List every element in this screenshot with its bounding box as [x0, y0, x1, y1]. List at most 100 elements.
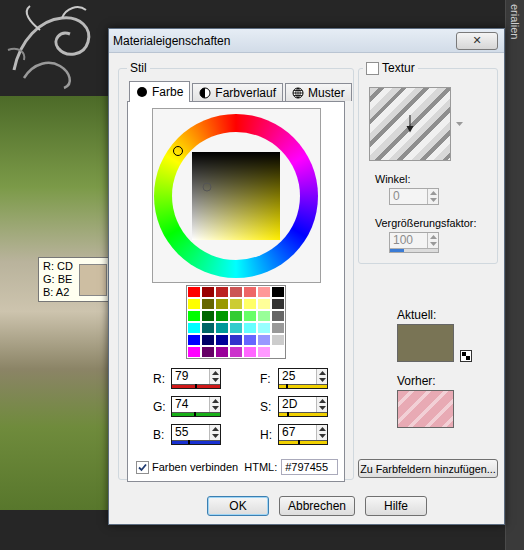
tab[interactable]: Muster — [285, 83, 352, 101]
tab[interactable]: Farbe — [129, 81, 190, 102]
dialog-button[interactable]: Abbrechen — [279, 496, 355, 516]
channel-slider[interactable] — [279, 412, 327, 416]
palette-swatch[interactable] — [187, 310, 201, 322]
current-color-swatch[interactable] — [397, 324, 454, 362]
palette-swatch[interactable] — [243, 286, 257, 298]
palette-swatch[interactable] — [215, 286, 229, 298]
spin-arrows-icon[interactable] — [427, 189, 438, 204]
palette-swatch[interactable] — [257, 334, 271, 346]
spin-arrows-icon[interactable] — [316, 425, 327, 440]
palette-swatch[interactable] — [257, 322, 271, 334]
spin-arrows-icon[interactable] — [209, 425, 220, 440]
palette-swatch[interactable] — [201, 322, 215, 334]
palette-swatch[interactable] — [257, 346, 271, 358]
title-bar[interactable]: Materialeigenschaften ✕ — [109, 29, 504, 53]
palette-swatch[interactable] — [257, 310, 271, 322]
palette-swatch[interactable] — [271, 286, 285, 298]
palette-swatch[interactable] — [243, 310, 257, 322]
texture-preview[interactable] — [369, 87, 451, 161]
palette-swatch[interactable] — [257, 286, 271, 298]
palette-swatch[interactable] — [243, 334, 257, 346]
palette-swatch[interactable] — [215, 310, 229, 322]
dialog-button[interactable]: Hilfe — [365, 496, 427, 516]
link-colors-checkbox[interactable] — [136, 461, 149, 474]
tab[interactable]: Farbverlauf — [192, 83, 283, 101]
swap-colors-icon[interactable] — [460, 350, 472, 362]
palette-swatch[interactable] — [201, 346, 215, 358]
html-field[interactable]: #797455 — [281, 459, 338, 475]
palette-swatch[interactable] — [201, 286, 215, 298]
spin-arrows-icon[interactable] — [316, 369, 327, 384]
palette-swatch[interactable] — [271, 310, 285, 322]
channel-slider[interactable] — [279, 384, 327, 388]
palette-swatch[interactable] — [229, 346, 243, 358]
channel-value[interactable]: 74 — [172, 397, 209, 412]
palette-swatch[interactable] — [187, 346, 201, 358]
palette-swatch[interactable] — [229, 286, 243, 298]
palette-swatch[interactable] — [187, 298, 201, 310]
texture-dropdown-icon[interactable] — [455, 87, 464, 161]
texture-checkbox[interactable] — [366, 62, 379, 75]
palette-swatch[interactable] — [215, 334, 229, 346]
channel-value[interactable]: 79 — [172, 369, 209, 384]
scale-spinbox[interactable]: 100 — [389, 232, 439, 253]
previous-color-swatch[interactable] — [397, 390, 454, 428]
palette-swatch[interactable] — [201, 310, 215, 322]
channel-slider[interactable] — [279, 440, 327, 444]
palette-swatch[interactable] — [271, 346, 285, 358]
channel-spinbox[interactable]: 2D — [278, 396, 328, 417]
palette-swatch[interactable] — [215, 346, 229, 358]
palette-swatch[interactable] — [187, 334, 201, 346]
color-wheel-box — [152, 108, 321, 283]
square-marker[interactable] — [203, 183, 212, 192]
spin-arrows-icon[interactable] — [427, 233, 438, 248]
palette-swatch[interactable] — [215, 298, 229, 310]
channel-spinbox[interactable]: 25 — [278, 368, 328, 389]
spin-arrows-icon[interactable] — [209, 369, 220, 384]
palette-swatch[interactable] — [229, 334, 243, 346]
channel-value[interactable]: 25 — [279, 369, 316, 384]
palette-swatch[interactable] — [229, 298, 243, 310]
add-to-swatches-button[interactable]: Zu Farbfeldern hinzufügen... — [358, 459, 498, 478]
texture-toggle[interactable]: Textur — [363, 61, 418, 75]
window-title: Materialeigenschaften — [113, 34, 230, 48]
close-button[interactable]: ✕ — [456, 32, 498, 50]
materials-palette-strip: erialien — [505, 0, 524, 550]
palette-swatch[interactable] — [243, 322, 257, 334]
palette-swatch[interactable] — [271, 298, 285, 310]
palette-swatch[interactable] — [243, 346, 257, 358]
angle-spinbox[interactable]: 0 — [389, 188, 439, 205]
channel-slider[interactable] — [172, 384, 220, 388]
palette-swatch[interactable] — [257, 298, 271, 310]
hue-marker[interactable] — [173, 146, 183, 156]
channel-value[interactable]: 67 — [279, 425, 316, 440]
scale-slider[interactable] — [390, 248, 438, 252]
palette-swatch[interactable] — [201, 298, 215, 310]
link-colors-label[interactable]: Farben verbinden — [152, 461, 238, 473]
spin-arrows-icon[interactable] — [316, 397, 327, 412]
spin-arrows-icon[interactable] — [209, 397, 220, 412]
channel-value[interactable]: 55 — [172, 425, 209, 440]
channel-spinbox[interactable]: 74 — [171, 396, 221, 417]
palette-swatch[interactable] — [215, 322, 229, 334]
palette-swatch[interactable] — [229, 322, 243, 334]
hue-ring[interactable] — [154, 114, 318, 278]
palette-swatch[interactable] — [271, 334, 285, 346]
rgb-channel: G:74 — [153, 396, 235, 417]
channel-value[interactable]: 2D — [279, 397, 316, 412]
palette-swatch[interactable] — [243, 298, 257, 310]
palette-swatch[interactable] — [229, 310, 243, 322]
palette-swatch[interactable] — [187, 286, 201, 298]
channel-slider[interactable] — [172, 440, 220, 444]
palette-swatch[interactable] — [201, 334, 215, 346]
palette-tab-label[interactable]: erialien — [509, 4, 521, 39]
channel-spinbox[interactable]: 67 — [278, 424, 328, 445]
channel-slider[interactable] — [172, 412, 220, 416]
channel-spinbox[interactable]: 55 — [171, 424, 221, 445]
dialog-button[interactable]: OK — [207, 496, 269, 516]
saturation-lightness-square[interactable] — [192, 152, 280, 240]
palette-swatch[interactable] — [187, 322, 201, 334]
channel-spinbox[interactable]: 79 — [171, 368, 221, 389]
dialog-buttons: OK Abbrechen Hilfe — [118, 496, 498, 516]
palette-swatch[interactable] — [271, 322, 285, 334]
